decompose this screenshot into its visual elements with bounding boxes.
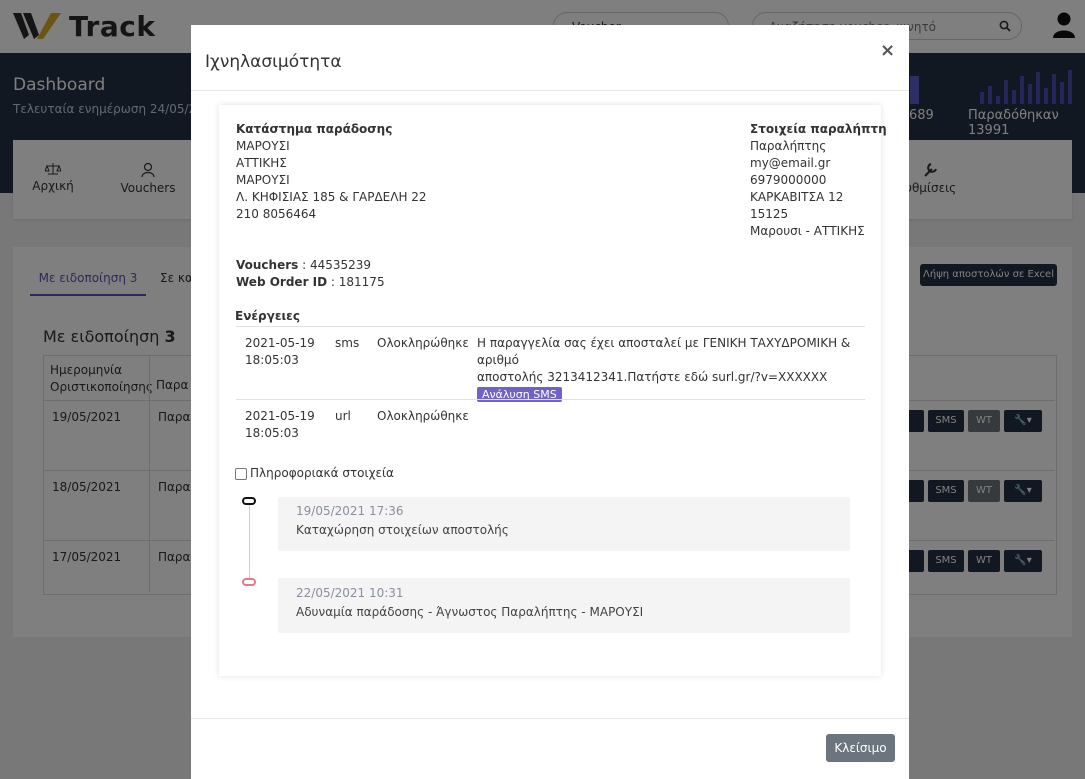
action-date-text: 2021-05-19	[245, 409, 315, 423]
actions-divider	[236, 326, 865, 327]
actions-divider	[236, 399, 865, 400]
action-type: sms	[335, 336, 360, 350]
modal-title: Ιχνηλασιμότητα	[205, 52, 342, 72]
modal-divider	[191, 90, 909, 91]
timeline-text: Αδυναμία παράδοσης - Άγνωστος Παραλήπτης…	[296, 605, 644, 619]
info-checkbox[interactable]	[235, 467, 247, 480]
store-info: Κατάστημα παράδοσης ΜΑΡΟΥΣΙ ΑΤΤΙΚΗΣ ΜΑΡΟ…	[236, 121, 427, 223]
voucher-label: Vouchers	[236, 258, 299, 272]
recipient-line: 6979000000	[750, 173, 827, 187]
store-line: ΜΑΡΟΥΣΙ	[236, 139, 290, 153]
close-icon[interactable]: ×	[880, 40, 895, 61]
close-button[interactable]: Κλείσιμο	[826, 734, 895, 762]
store-line: ΜΑΡΟΥΣΙ	[236, 173, 290, 187]
timeline-item: 22/05/2021 10:31 Αδυναμία παράδοσης - Άγ…	[278, 578, 850, 633]
store-heading: Κατάστημα παράδοσης	[236, 122, 393, 136]
order-value: : 181175	[327, 275, 385, 289]
timeline-dot	[242, 497, 256, 505]
action-time-text: 18:05:03	[245, 353, 299, 367]
recipient-line: ΚΑΡΚΑΒΙΤΣΑ 12	[750, 190, 844, 204]
message-line: αποστολής 3213412341.Πατήστε εδώ surl.gr…	[477, 370, 828, 384]
store-line: ΑΤΤΙΚΗΣ	[236, 156, 287, 170]
recipient-line: Παραλήπτης	[750, 139, 827, 153]
store-line: 210 8056464	[236, 207, 317, 221]
actions-heading: Ενέργειες	[235, 309, 300, 323]
action-message: Η παραγγελία σας έχει αποσταλεί με ΓΕΝΙΚ…	[477, 335, 862, 403]
timeline-item: 19/05/2021 17:36 Καταχώρηση στοιχείων απ…	[278, 497, 850, 551]
recipient-line: Μαρουσι - ΑΤΤΙΚΗΣ	[750, 224, 865, 238]
voucher-number: Vouchers : 44535239	[236, 257, 371, 274]
recipient-info: Στοιχεία παραλήπτη Παραλήπτης my@email.g…	[750, 121, 887, 240]
action-status: Ολοκληρώθηκε	[377, 336, 469, 350]
timeline-line	[249, 505, 250, 581]
action-status: Ολοκληρώθηκε	[377, 409, 469, 423]
message-line: Η παραγγελία σας έχει αποσταλεί με ΓΕΝΙΚ…	[477, 336, 851, 367]
recipient-line: my@email.gr	[750, 156, 831, 170]
info-checkbox-label: Πληροφοριακά στοιχεία	[250, 466, 394, 480]
action-time-text: 18:05:03	[245, 426, 299, 440]
action-type: url	[335, 409, 351, 423]
order-label: Web Order ID	[236, 275, 328, 289]
timeline-date: 22/05/2021 10:31	[296, 586, 404, 600]
action-date-text: 2021-05-19	[245, 336, 315, 350]
recipient-heading: Στοιχεία παραλήπτη	[750, 122, 887, 136]
voucher-value: : 44535239	[298, 258, 372, 272]
timeline-text: Καταχώρηση στοιχείων αποστολής	[296, 523, 509, 537]
action-date: 2021-05-19 18:05:03	[245, 335, 315, 369]
action-date: 2021-05-19 18:05:03	[245, 408, 315, 442]
info-checkbox-row: Πληροφοριακά στοιχεία	[235, 465, 394, 482]
store-line: Λ. ΚΗΦΙΣΙΑΣ 185 & ΓΑΡΔΕΛΗ 22	[236, 190, 427, 204]
web-order-id: Web Order ID : 181175	[236, 274, 385, 291]
timeline-date: 19/05/2021 17:36	[296, 504, 404, 518]
recipient-line: 15125	[750, 207, 789, 221]
modal-footer-divider	[191, 718, 909, 719]
timeline-dot-error	[242, 578, 256, 586]
